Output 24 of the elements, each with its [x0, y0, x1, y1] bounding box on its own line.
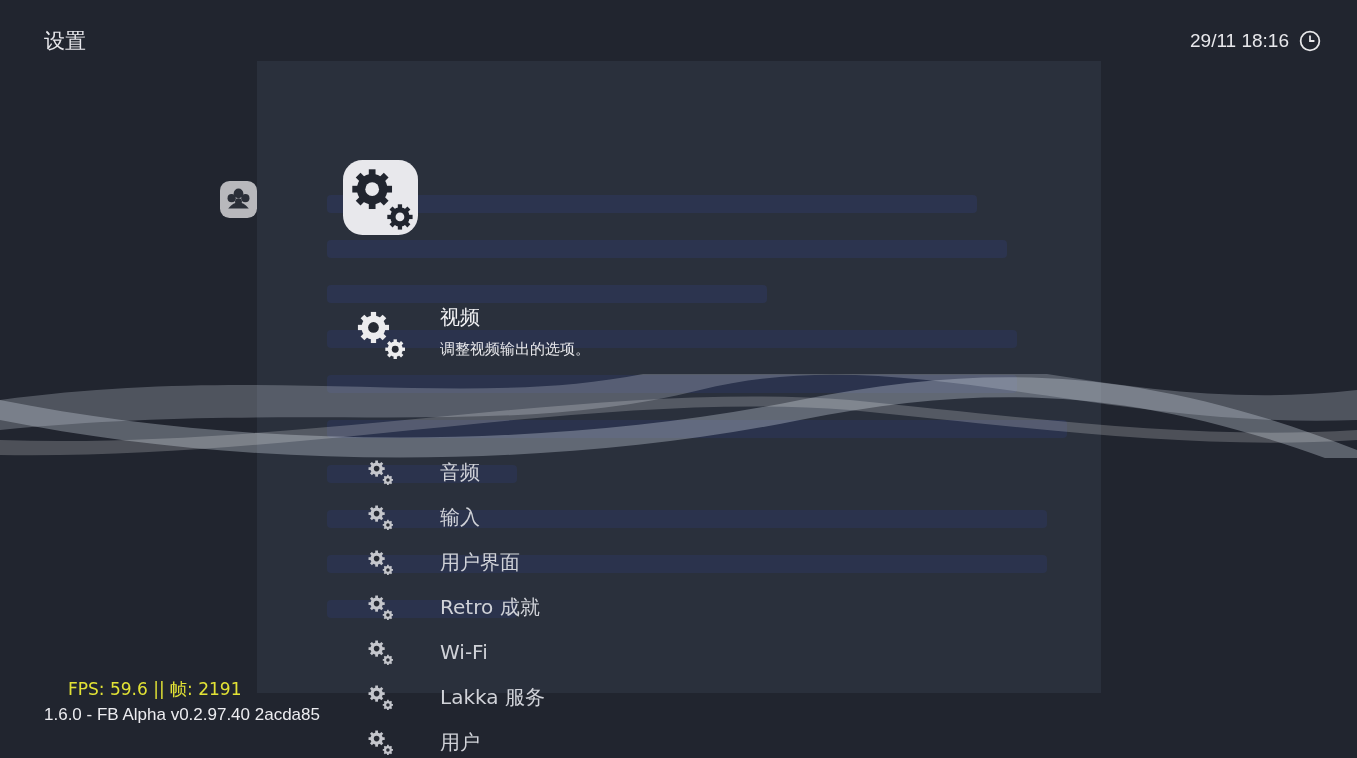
settings-tab-icon[interactable] [343, 160, 418, 235]
gear-icon [367, 593, 393, 620]
menu-item[interactable]: 音频 [343, 449, 480, 494]
gear-icon [367, 638, 393, 665]
item-description: 调整视频输出的选项。 [440, 339, 590, 359]
version-text: 1.6.0 - FB Alpha v0.2.97.40 2acda85 [44, 704, 320, 726]
menu-item[interactable]: 用户 [343, 719, 480, 758]
gear-icon [367, 548, 393, 575]
menu-item[interactable]: Wi-Fi [343, 629, 488, 674]
menu-item[interactable]: Retro 成就 [343, 584, 540, 629]
gear-icon [355, 309, 405, 359]
clock-text: 29/11 18:16 [1190, 30, 1289, 52]
menu-item[interactable]: 输入 [343, 494, 480, 539]
menu-item[interactable]: 视频 调整视频输出的选项。 [343, 305, 590, 367]
screen-title: 设置 [44, 28, 86, 55]
fps-counter: FPS: 59.6 || 帧: 2191 [68, 678, 242, 700]
menu-item[interactable]: 用户界面 [343, 539, 520, 584]
gear-icon [367, 458, 393, 485]
users-tab-icon[interactable] [220, 181, 257, 218]
menu-item[interactable]: Lakka 服务 [343, 674, 545, 719]
gear-icon [367, 683, 393, 710]
clock-icon [1299, 30, 1321, 52]
gear-icon [367, 728, 393, 755]
gear-icon [367, 503, 393, 530]
